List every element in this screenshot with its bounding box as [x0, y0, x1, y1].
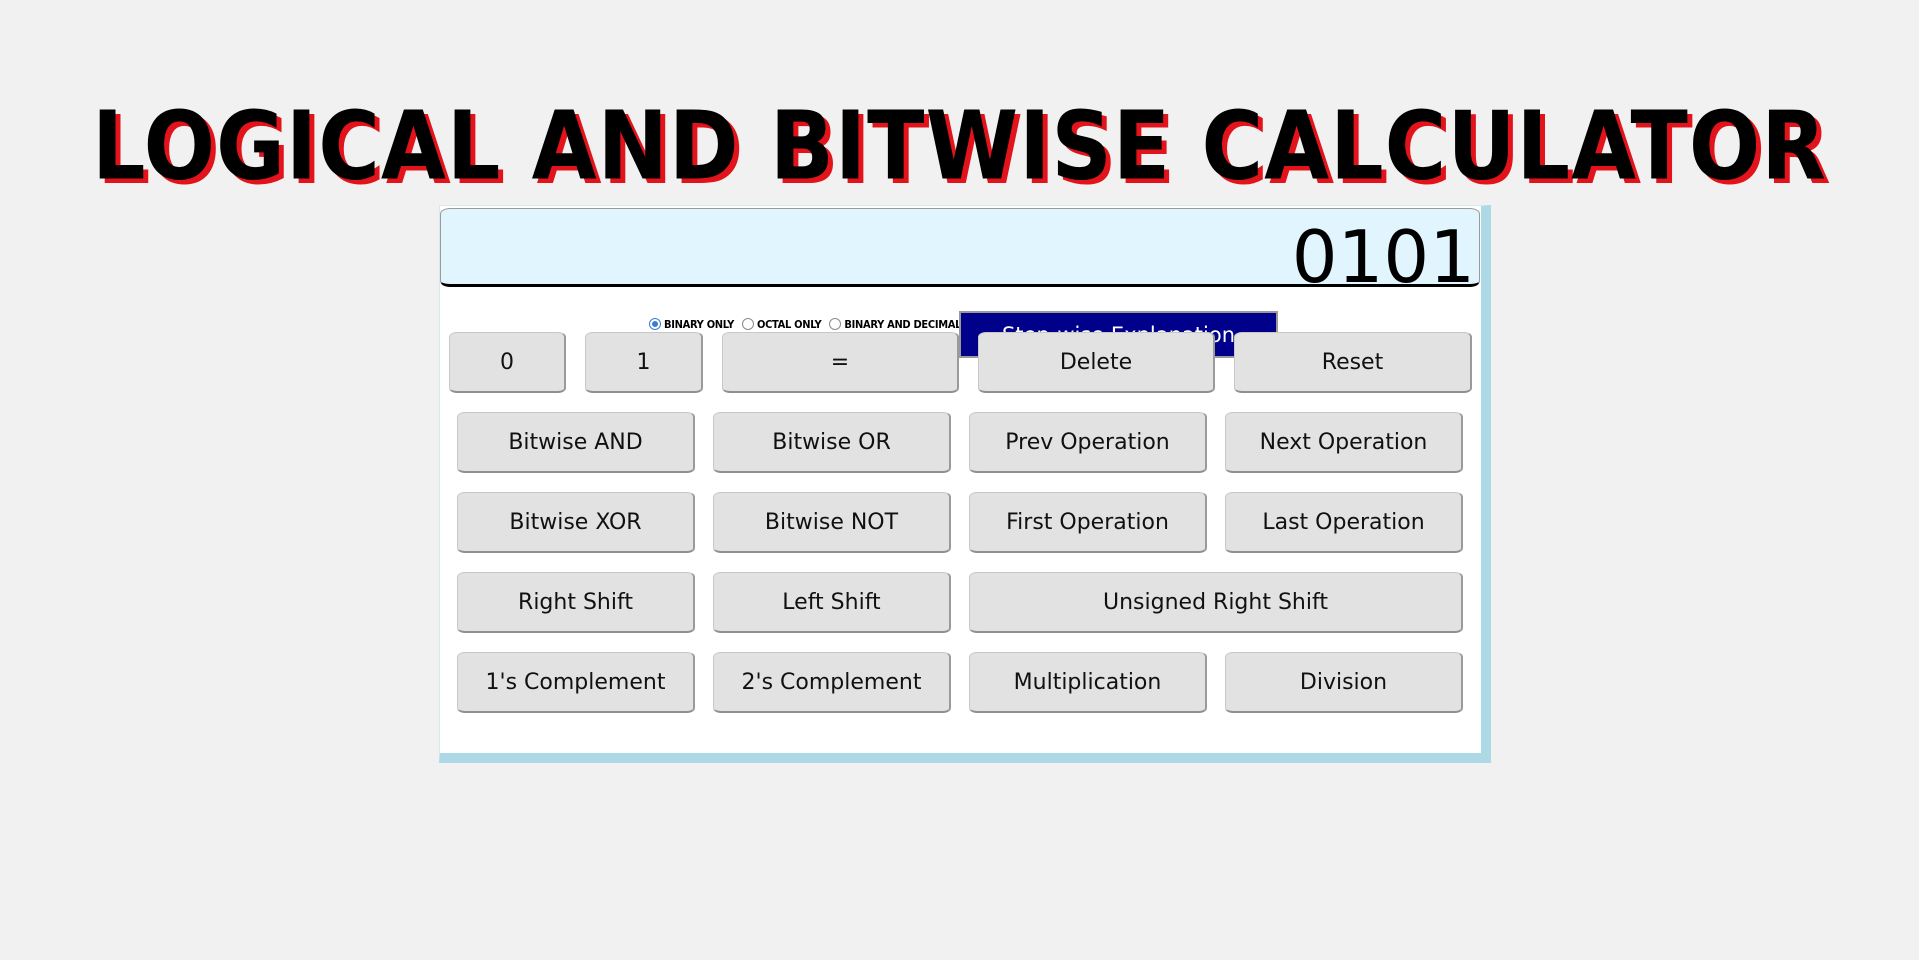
mode-radio-binary-and-decimal[interactable]: Binary and Decimal [829, 318, 961, 331]
display-value: 0101 [1291, 215, 1475, 287]
prev-operation-button[interactable]: Prev Operation [969, 412, 1207, 473]
mode-label-octal-only: Octal Only [756, 317, 822, 331]
left-shift-button[interactable]: Left Shift [713, 572, 951, 633]
twos-complement-button[interactable]: 2's Complement [713, 652, 951, 713]
equals-button[interactable]: = [722, 332, 959, 393]
page-title: LOGICAL AND BITWISE CALCULATOR [92, 91, 1827, 201]
division-button[interactable]: Division [1225, 652, 1463, 713]
unsigned-right-shift-button[interactable]: Unsigned Right Shift [969, 572, 1463, 633]
ones-complement-button[interactable]: 1's Complement [457, 652, 695, 713]
bitwise-or-button[interactable]: Bitwise OR [713, 412, 951, 473]
multiplication-button[interactable]: Multiplication [969, 652, 1207, 713]
bitwise-and-button[interactable]: Bitwise AND [457, 412, 695, 473]
next-operation-button[interactable]: Next Operation [1225, 412, 1463, 473]
digit-1-button[interactable]: 1 [585, 332, 703, 393]
calculator-panel: 0101 Binary Only Octal Only Binary and D… [439, 205, 1491, 763]
right-shift-button[interactable]: Right Shift [457, 572, 695, 633]
radio-unchecked-icon[interactable] [741, 318, 754, 330]
display-screen: 0101 [440, 208, 1480, 287]
bitwise-not-button[interactable]: Bitwise NOT [713, 492, 951, 553]
mode-label-binary-and-decimal: Binary and Decimal [844, 317, 962, 331]
delete-button[interactable]: Delete [978, 332, 1215, 393]
mode-label-binary-only: Binary Only [664, 317, 734, 331]
first-operation-button[interactable]: First Operation [969, 492, 1207, 553]
digit-0-button[interactable]: 0 [449, 332, 566, 393]
bitwise-xor-button[interactable]: Bitwise XOR [457, 492, 695, 553]
reset-button[interactable]: Reset [1234, 332, 1472, 393]
last-operation-button[interactable]: Last Operation [1225, 492, 1463, 553]
radio-unchecked-icon[interactable] [829, 318, 842, 330]
radio-checked-icon[interactable] [649, 318, 661, 330]
mode-radio-binary-only[interactable]: Binary Only [649, 318, 734, 331]
mode-radio-octal-only[interactable]: Octal Only [741, 317, 822, 331]
